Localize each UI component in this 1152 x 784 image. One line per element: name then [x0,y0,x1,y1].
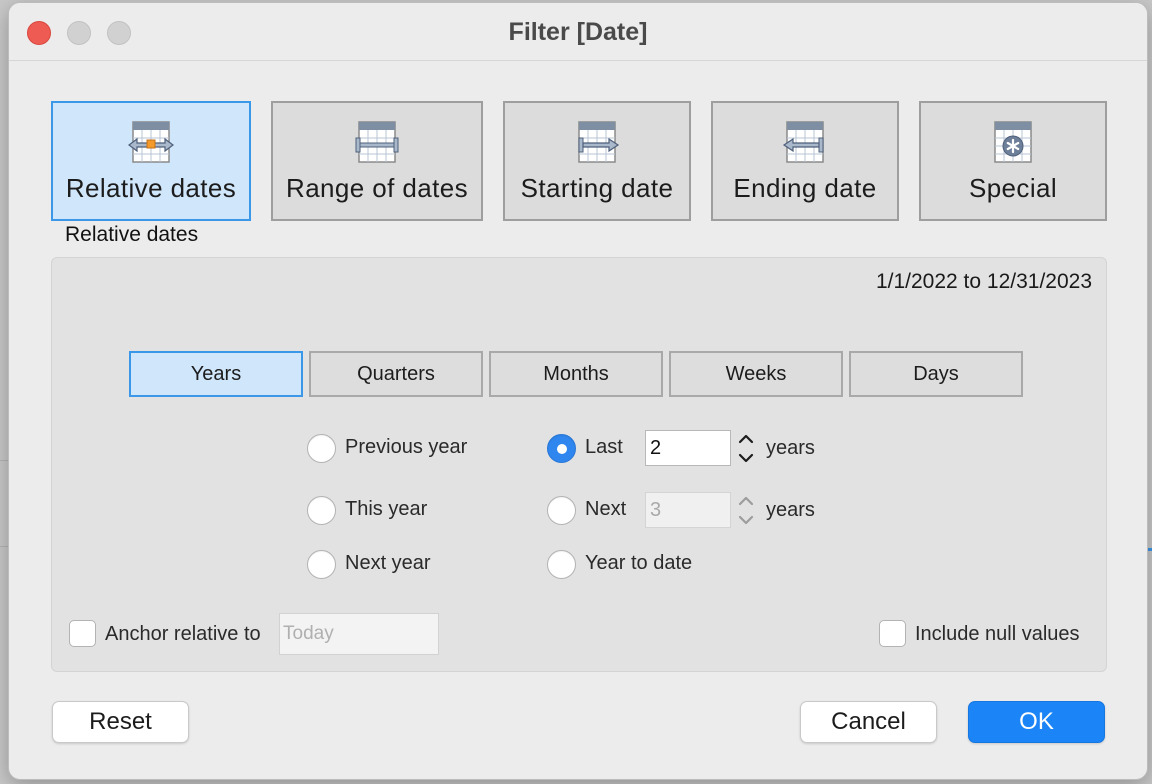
relative-dates-panel: 1/1/2022 to 12/31/2023 Years Quarters Mo… [51,257,1107,672]
window-title: Filter [Date] [508,18,648,46]
range-of-dates-calendar-icon [355,121,399,163]
reset-button[interactable]: Reset [52,701,189,743]
last-count-input[interactable]: 2 [645,430,731,466]
cancel-button[interactable]: Cancel [800,701,937,743]
range-of-dates-label: Range of dates [286,173,468,203]
anchor-relative-label: Anchor relative to [105,623,261,645]
last-option[interactable]: Last [547,434,637,466]
special-label: Special [968,173,1058,203]
next-radio[interactable] [547,496,576,525]
stepper-down-button[interactable] [733,448,759,467]
ending-date-button[interactable]: Ending date [711,101,899,221]
anchor-relative-checkbox[interactable] [69,620,96,647]
tab-months[interactable]: Months [489,351,663,397]
chevron-down-icon [738,515,754,525]
tab-quarters[interactable]: Quarters [309,351,483,397]
last-radio[interactable] [547,434,576,463]
starting-date-button[interactable]: Starting date [503,101,691,221]
include-null-checkbox[interactable] [879,620,906,647]
year-to-date-option[interactable]: Year to date [547,550,747,582]
next-count-input[interactable]: 3 [645,492,731,528]
section-title: Relative dates [65,223,199,246]
ok-button[interactable]: OK [968,701,1105,743]
filter-dialog: Filter [Date] Relative dates Range of da… [8,2,1148,780]
tab-years[interactable]: Years [129,351,303,397]
relative-dates-button[interactable]: Relative dates [51,101,251,221]
next-year-radio[interactable] [307,550,336,579]
relative-dates-label: Relative dates [65,173,237,203]
relative-dates-calendar-icon [128,121,174,163]
ending-date-label: Ending date [733,173,877,203]
next-year-label: Next year [345,552,431,574]
last-count-stepper[interactable] [733,429,759,467]
this-year-radio[interactable] [307,496,336,525]
title-bar: Filter [Date] [9,3,1147,61]
chevron-up-icon [738,434,754,444]
previous-year-option[interactable]: Previous year [307,434,507,466]
previous-year-label: Previous year [345,436,468,458]
tab-weeks[interactable]: Weeks [669,351,843,397]
ending-date-calendar-icon [782,121,824,163]
last-label: Last [585,436,623,458]
next-count-stepper[interactable] [733,491,759,529]
stepper-up-button[interactable] [733,429,759,448]
next-label: Next [585,498,627,520]
last-unit-label: years [766,437,815,459]
anchor-date-input[interactable]: Today [279,613,439,655]
this-year-option[interactable]: This year [307,496,507,528]
tab-days[interactable]: Days [849,351,1023,397]
range-of-dates-button[interactable]: Range of dates [271,101,483,221]
starting-date-label: Starting date [520,173,674,203]
date-range-text: 1/1/2022 to 12/31/2023 [875,270,1092,293]
stepper-up-button[interactable] [733,491,759,510]
previous-year-radio[interactable] [307,434,336,463]
chevron-down-icon [738,453,754,463]
special-calendar-icon [994,121,1032,163]
year-to-date-radio[interactable] [547,550,576,579]
this-year-label: This year [345,498,428,520]
include-null-label: Include null values [915,623,1080,645]
year-to-date-label: Year to date [585,552,693,574]
next-unit-label: years [766,499,815,521]
next-year-option[interactable]: Next year [307,550,507,582]
starting-date-calendar-icon [578,121,620,163]
stepper-down-button[interactable] [733,510,759,529]
special-button[interactable]: Special [919,101,1107,221]
next-option[interactable]: Next [547,496,637,528]
chevron-up-icon [738,496,754,506]
